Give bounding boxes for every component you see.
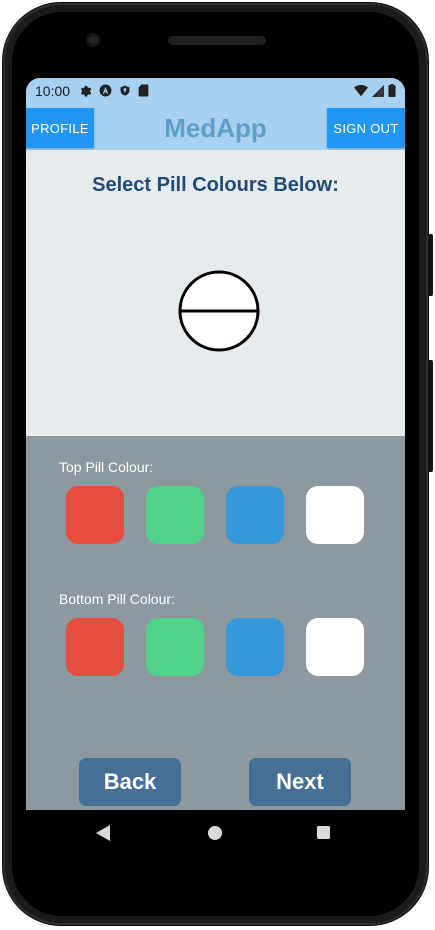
top-swatch-blue[interactable] [226,486,284,544]
pill-preview-icon [178,270,260,352]
pill-bottom-half [180,311,258,350]
volume-button [428,360,433,472]
top-swatch-red[interactable] [66,486,124,544]
back-triangle-icon[interactable] [96,825,110,841]
status-notification-icons [79,84,149,97]
signal-icon [372,84,384,97]
top-swatch-green[interactable] [146,486,204,544]
next-button[interactable]: Next [249,758,351,806]
power-button [428,234,433,296]
status-system-icons [354,84,396,97]
page-heading: Select Pill Colours Below: [92,174,339,196]
bottom-colour-swatches [66,618,364,676]
bottom-swatch-white[interactable] [306,618,364,676]
top-swatch-white[interactable] [306,486,364,544]
colour-picker-panel: Top Pill Colour: Bottom Pill Colour: Bac… [26,436,405,810]
status-time: 10:00 [35,83,71,99]
pill-preview-panel: Select Pill Colours Below: [26,150,405,436]
android-navigation-bar [26,810,405,856]
battery-icon [388,84,396,97]
app-a-icon [99,84,112,97]
pill-top-half [180,272,258,311]
bottom-colour-label: Bottom Pill Colour: [59,591,175,607]
bottom-swatch-green[interactable] [146,618,204,676]
back-button[interactable]: Back [79,758,181,806]
shield-icon [120,85,130,96]
bottom-swatch-blue[interactable] [226,618,284,676]
sd-card-icon [138,84,149,97]
gear-icon [80,85,92,97]
app-screen: 10:00 PROFILE MedApp SIGN OUT Select Pil… [26,78,405,810]
recents-square-icon[interactable] [317,826,330,839]
status-bar: 10:00 [26,78,405,106]
home-circle-icon[interactable] [208,826,222,840]
wifi-icon [354,84,368,96]
top-colour-swatches [66,486,364,544]
earpiece-speaker [168,36,266,45]
app-header: PROFILE MedApp SIGN OUT [26,106,405,150]
sign-out-button[interactable]: SIGN OUT [327,108,405,148]
top-colour-label: Top Pill Colour: [59,459,154,475]
bottom-swatch-red[interactable] [66,618,124,676]
front-camera [86,33,100,47]
